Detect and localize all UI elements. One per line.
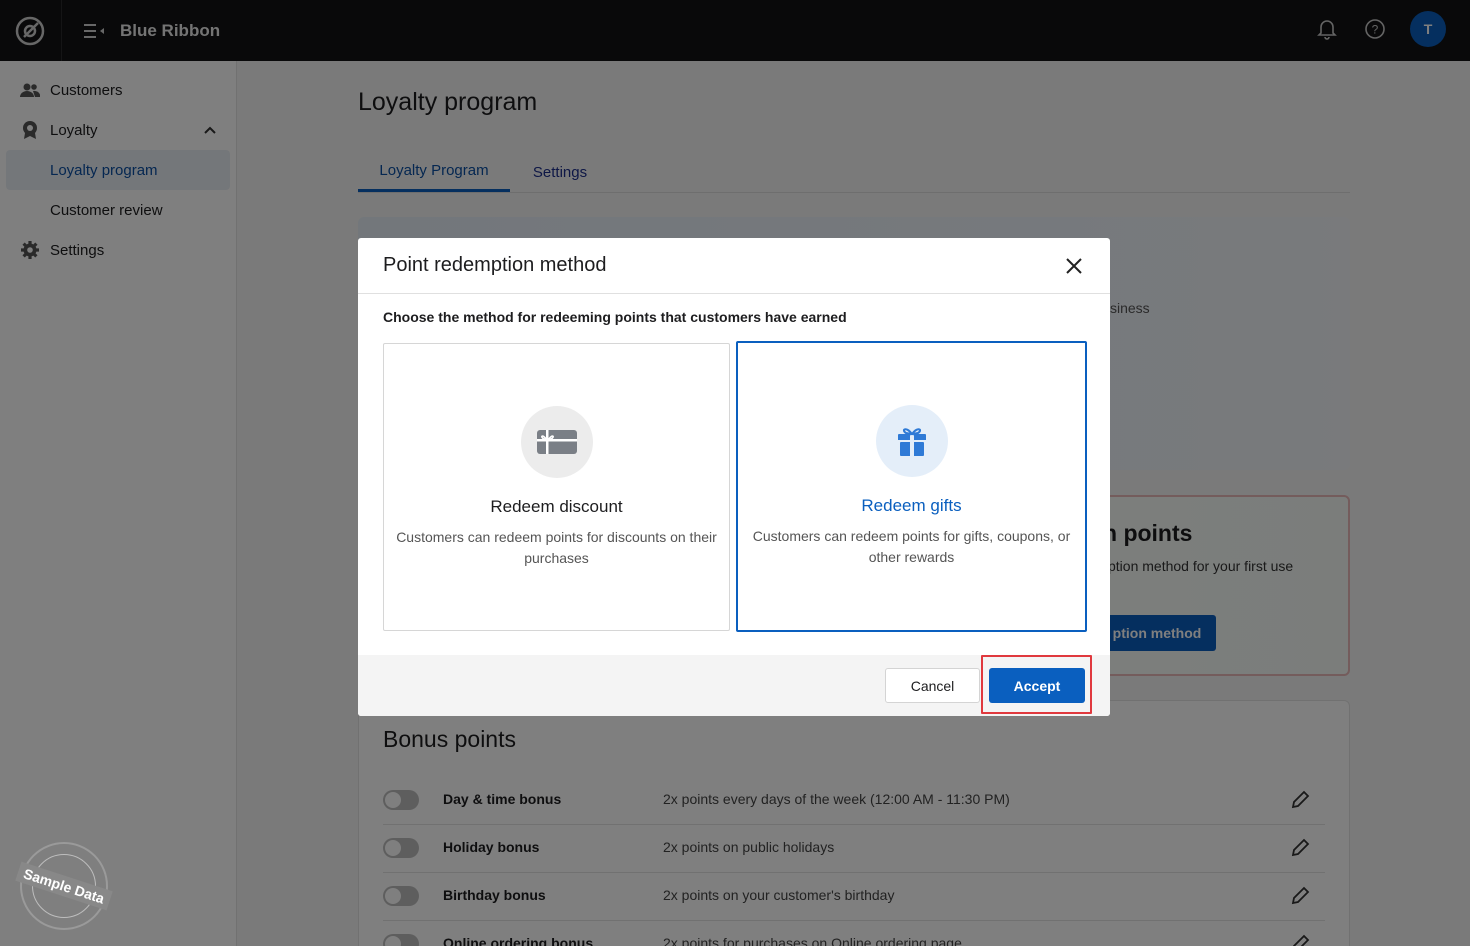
gift-card-icon [520, 406, 593, 478]
redeem-gifts-option[interactable]: Redeem gifts Customers can redeem points… [736, 341, 1087, 632]
option-title: Redeem discount [490, 497, 623, 516]
point-redemption-modal: Point redemption method Choose the metho… [358, 238, 1110, 716]
gift-icon [875, 405, 948, 477]
option-description: Customers can redeem points for discount… [396, 529, 717, 566]
modal-title: Point redemption method [383, 254, 607, 276]
accept-highlight-box [981, 655, 1092, 714]
sample-data-stamp: Sample Data [15, 842, 113, 930]
option-description: Customers can redeem points for gifts, c… [752, 528, 1071, 565]
modal-description: Choose the method for redeeming points t… [383, 309, 847, 325]
cancel-button[interactable]: Cancel [885, 668, 980, 703]
redeem-discount-option[interactable]: Redeem discount Customers can redeem poi… [383, 343, 730, 631]
modal-header: Point redemption method [358, 238, 1110, 294]
close-icon[interactable] [1062, 254, 1086, 278]
option-title: Redeem gifts [861, 496, 962, 515]
